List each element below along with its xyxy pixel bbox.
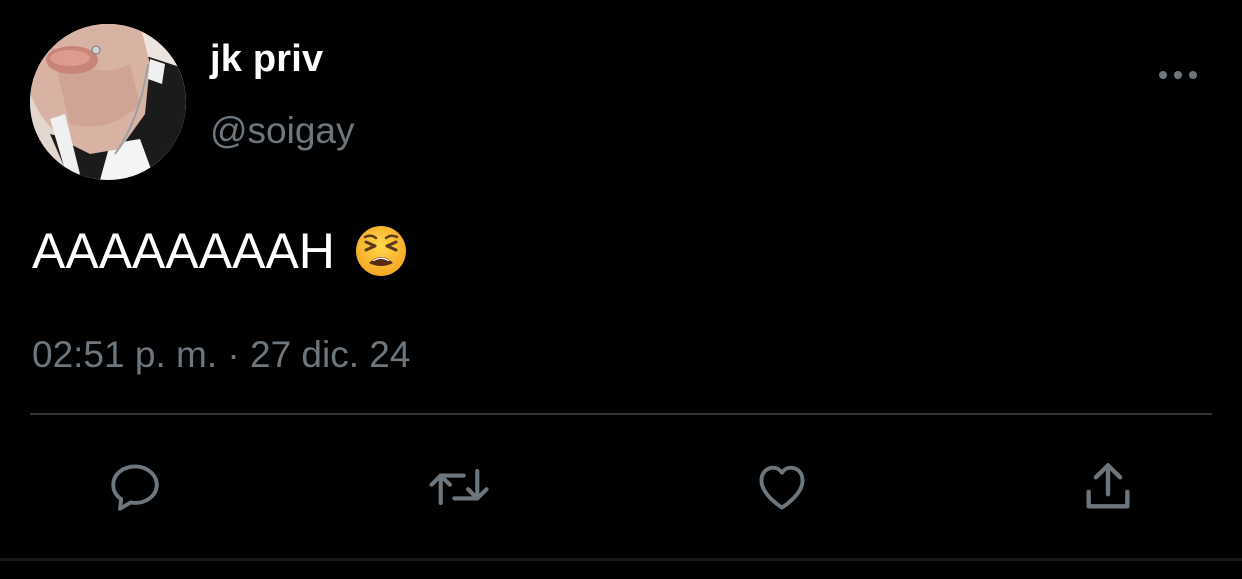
- retweet-button[interactable]: [427, 455, 491, 519]
- more-dots-icon: [1159, 71, 1197, 79]
- tweet-actions-bar: [0, 455, 1242, 519]
- tweet-timestamp[interactable]: 02:51 p. m. · 27 dic. 24: [32, 334, 410, 376]
- more-options-button[interactable]: [1152, 58, 1204, 92]
- share-icon: [1086, 463, 1130, 509]
- avatar-photo: [30, 24, 186, 180]
- display-name[interactable]: jk priv: [210, 38, 323, 81]
- divider: [30, 413, 1212, 415]
- share-button[interactable]: [1076, 455, 1140, 519]
- heart-icon: [759, 465, 805, 510]
- tweet-text-content: AAAAAAAAH: [32, 223, 335, 279]
- tweet-detail: jk priv @soigay AAAAAAAAH 02:51 p. m. · …: [0, 0, 1242, 579]
- retweet-icon: [429, 468, 489, 506]
- like-button[interactable]: [750, 455, 814, 519]
- avatar[interactable]: [30, 24, 186, 180]
- user-handle[interactable]: @soigay: [210, 110, 355, 152]
- bottom-divider: [0, 558, 1242, 561]
- reply-icon: [111, 464, 159, 511]
- reply-button[interactable]: [103, 455, 167, 519]
- tweet-text: AAAAAAAAH: [32, 222, 407, 280]
- tired-face-emoji-icon: [355, 225, 407, 277]
